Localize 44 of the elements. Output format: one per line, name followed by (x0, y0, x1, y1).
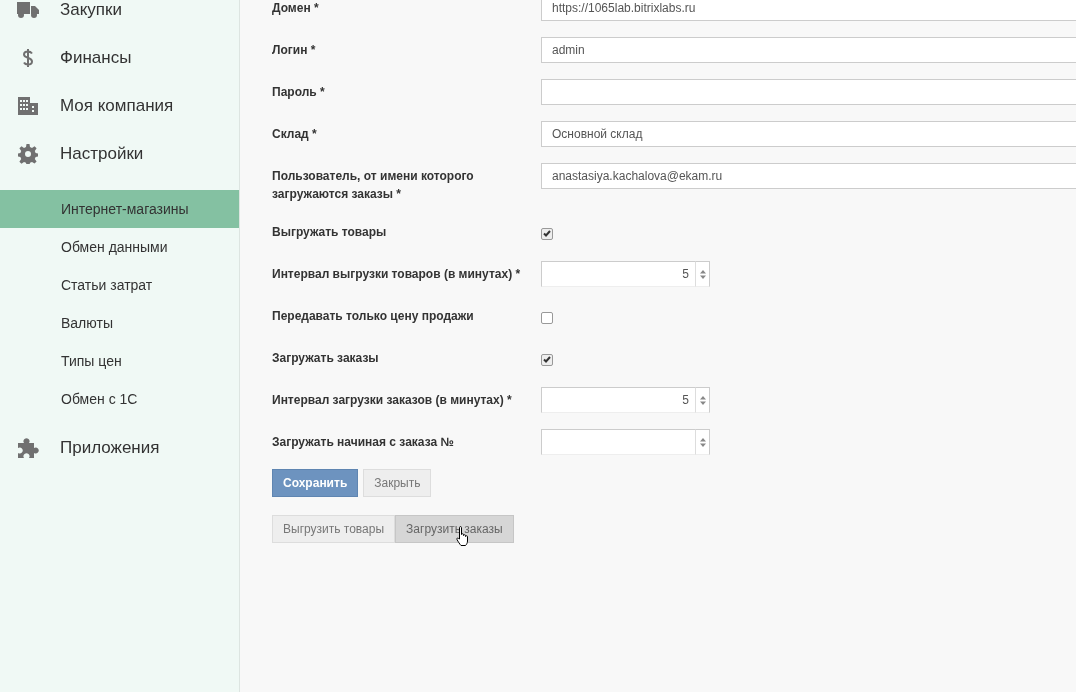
field-label: Интервал выгрузки товаров (в минутах) * (272, 266, 522, 283)
checkbox[interactable] (541, 353, 553, 366)
truck-icon (17, 2, 39, 18)
text-field[interactable]: Основной склад (541, 121, 1076, 147)
spinner-icon[interactable] (699, 437, 706, 447)
spinner-icon[interactable] (699, 395, 706, 405)
nav-subitem[interactable]: Типы цен (0, 342, 239, 380)
nav-item[interactable]: Моя компания (0, 82, 239, 130)
field-label: Интервал загрузки заказов (в минутах) * (272, 392, 513, 409)
nav-item[interactable]: Приложения (0, 424, 239, 472)
field-label: Логин * (272, 42, 317, 59)
puzzle-icon (17, 438, 39, 458)
field-label: Передавать только цену продажи (272, 308, 475, 325)
building-icon (18, 97, 38, 115)
nav-subitem[interactable]: Валюты (0, 304, 239, 342)
nav-subitem[interactable]: Интернет-магазины (0, 190, 239, 228)
text-field[interactable] (541, 79, 1076, 105)
field-label: Пароль * (272, 84, 326, 101)
field-label: Пользователь, от имени которого загружаются заказы * (272, 168, 475, 203)
action-button[interactable]: Выгрузить товары (272, 515, 396, 543)
nav-subitem[interactable]: Статьи затрат (0, 266, 239, 304)
nav-subitem[interactable]: Обмен с 1С (0, 380, 239, 418)
nav-item[interactable]: Финансы (0, 34, 239, 82)
field-label: Загружать заказы (272, 350, 380, 367)
dollar-icon (22, 48, 34, 68)
field-label: Склад * (272, 126, 318, 143)
action-button[interactable]: Загрузить заказы (395, 515, 514, 543)
nav-subitem[interactable]: Обмен данными (0, 228, 239, 266)
checkbox[interactable] (541, 311, 553, 324)
nav-item[interactable]: Закупки (0, 0, 239, 34)
text-field[interactable]: admin (541, 37, 1076, 63)
text-field[interactable]: https://1065lab.bitrixlabs.ru (541, 0, 1076, 21)
number-field[interactable]: 5 (541, 387, 696, 413)
field-label: Выгружать товары (272, 224, 388, 241)
number-field[interactable]: 5 (541, 261, 696, 287)
field-label: Домен * (272, 0, 320, 17)
nav-item[interactable]: Настройки (0, 130, 239, 178)
number-field[interactable] (541, 429, 696, 455)
spinner-icon[interactable] (699, 269, 706, 279)
checkbox[interactable] (541, 227, 553, 240)
settings-icon (18, 144, 38, 164)
text-field[interactable]: anastasiya.kachalova@ekam.ru (541, 163, 1076, 189)
secondary-button[interactable]: Закрыть (363, 469, 432, 497)
field-label: Загружать начиная с заказа № (272, 434, 455, 451)
